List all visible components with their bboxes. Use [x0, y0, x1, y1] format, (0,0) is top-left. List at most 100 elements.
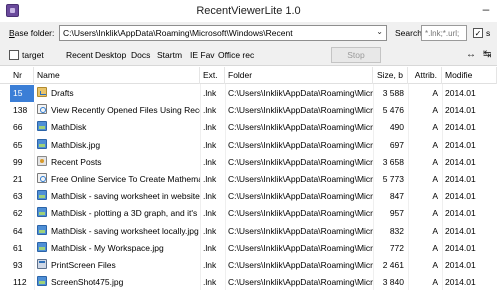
cell-size[interactable]: 2 461	[373, 257, 408, 274]
cell-nr[interactable]: 93	[10, 257, 34, 274]
cell-modified[interactable]: 2014.01	[442, 137, 497, 154]
cell-size[interactable]: 5 773	[373, 171, 408, 188]
cell-name[interactable]: PrintScreen Files	[34, 257, 200, 274]
cell-attrib[interactable]: A	[408, 205, 442, 222]
cell-name[interactable]: ScreenShot475.jpg	[34, 274, 200, 290]
cell-ext[interactable]: .lnk	[200, 205, 225, 222]
quick-link-startm[interactable]: Startm	[157, 50, 182, 60]
cell-folder[interactable]: C:\Users\Inklik\AppData\Roaming\Micro...	[225, 171, 373, 188]
column-header-modified[interactable]: Modifie	[442, 67, 497, 84]
cell-size[interactable]: 847	[373, 188, 408, 205]
column-header-attrib[interactable]: Attrib.	[408, 67, 442, 84]
cell-modified[interactable]: 2014.01	[442, 274, 497, 290]
column-header-nr[interactable]: Nr	[10, 67, 34, 84]
cell-ext[interactable]: .lnk	[200, 119, 225, 136]
table-row[interactable]: 62 MathDisk - plotting a 3D graph, and it…	[0, 205, 497, 222]
cell-nr[interactable]: 63	[10, 188, 34, 205]
chevron-down-icon[interactable]: ⌄	[376, 27, 383, 36]
cell-name[interactable]: Recent Posts	[34, 154, 200, 171]
cell-attrib[interactable]: A	[408, 171, 442, 188]
cell-ext[interactable]: .lnk	[200, 154, 225, 171]
cell-folder[interactable]: C:\Users\Inklik\AppData\Roaming\Micro...	[225, 274, 373, 290]
cell-modified[interactable]: 2014.01	[442, 154, 497, 171]
table-row[interactable]: 15 Drafts .lnk C:\Users\Inklik\AppData\Roam…	[0, 85, 497, 102]
cell-attrib[interactable]: A	[408, 188, 442, 205]
cell-name[interactable]: MathDisk - plotting a 3D graph, and it's…	[34, 205, 200, 222]
cell-folder[interactable]: C:\Users\Inklik\AppData\Roaming\Micro...	[225, 102, 373, 119]
cell-folder[interactable]: C:\Users\Inklik\AppData\Roaming\Micro...	[225, 223, 373, 240]
cell-nr[interactable]: 15	[10, 85, 34, 102]
target-checkbox[interactable]	[9, 50, 19, 60]
search-input[interactable]	[422, 26, 466, 40]
table-row[interactable]: 66 MathDisk .lnk C:\Users\Inklik\AppData\Ro…	[0, 119, 497, 136]
option-checkbox[interactable]: ✓	[473, 28, 483, 38]
table-row[interactable]: 93 PrintScreen Files .lnk C:\Users\Inklik\A…	[0, 257, 497, 274]
quick-link-ie-fav[interactable]: IE Fav	[190, 50, 215, 60]
cell-modified[interactable]: 2014.01	[442, 102, 497, 119]
cell-ext[interactable]: .lnk	[200, 102, 225, 119]
cell-attrib[interactable]: A	[408, 119, 442, 136]
cell-folder[interactable]: C:\Users\Inklik\AppData\Roaming\Micro...	[225, 188, 373, 205]
cell-attrib[interactable]: A	[408, 274, 442, 290]
cell-modified[interactable]: 2014.01	[442, 119, 497, 136]
cell-modified[interactable]: 2014.01	[442, 223, 497, 240]
column-header-size[interactable]: Size, b	[373, 67, 408, 84]
cell-folder[interactable]: C:\Users\Inklik\AppData\Roaming\Micro...	[225, 85, 373, 102]
column-header-folder[interactable]: Folder	[225, 67, 373, 84]
cell-name[interactable]: MathDisk.jpg	[34, 137, 200, 154]
table-row[interactable]: 63 MathDisk - saving worksheet in website…	[0, 188, 497, 205]
quick-link-office-rec[interactable]: Office rec	[218, 50, 254, 60]
cell-attrib[interactable]: A	[408, 137, 442, 154]
cell-size[interactable]: 3 658	[373, 154, 408, 171]
cell-nr[interactable]: 138	[10, 102, 34, 119]
cell-folder[interactable]: C:\Users\Inklik\AppData\Roaming\Micro...	[225, 137, 373, 154]
cell-attrib[interactable]: A	[408, 240, 442, 257]
cell-size[interactable]: 832	[373, 223, 408, 240]
table-row[interactable]: 138 View Recently Opened Files Using Rece…	[0, 102, 497, 119]
cell-size[interactable]: 772	[373, 240, 408, 257]
table-row[interactable]: 112 ScreenShot475.jpg .lnk C:\Users\Inklik\…	[0, 274, 497, 290]
cell-ext[interactable]: .lnk	[200, 257, 225, 274]
base-folder-combobox[interactable]: C:\Users\Inklik\AppData\Roaming\Microsof…	[59, 25, 387, 41]
cell-modified[interactable]: 2014.01	[442, 257, 497, 274]
cell-modified[interactable]: 2014.01	[442, 171, 497, 188]
cell-modified[interactable]: 2014.01	[442, 85, 497, 102]
cell-name[interactable]: MathDisk	[34, 119, 200, 136]
cell-nr[interactable]: 61	[10, 240, 34, 257]
cell-attrib[interactable]: A	[408, 223, 442, 240]
cell-modified[interactable]: 2014.01	[442, 205, 497, 222]
cell-folder[interactable]: C:\Users\Inklik\AppData\Roaming\Micro...	[225, 205, 373, 222]
cell-size[interactable]: 957	[373, 205, 408, 222]
cell-nr[interactable]: 99	[10, 154, 34, 171]
table-row[interactable]: 65 MathDisk.jpg .lnk C:\Users\Inklik\AppDat…	[0, 137, 497, 154]
cell-nr[interactable]: 64	[10, 223, 34, 240]
cell-folder[interactable]: C:\Users\Inklik\AppData\Roaming\Micro...	[225, 240, 373, 257]
cell-size[interactable]: 3 588	[373, 85, 408, 102]
column-header-ext[interactable]: Ext.	[200, 67, 225, 84]
cell-ext[interactable]: .lnk	[200, 240, 225, 257]
cell-ext[interactable]: .lnk	[200, 223, 225, 240]
stop-button[interactable]: Stop	[331, 47, 381, 63]
cell-attrib[interactable]: A	[408, 154, 442, 171]
table-row[interactable]: 61 MathDisk - My Workspace.jpg .lnk C:\User…	[0, 240, 497, 257]
cell-ext[interactable]: .lnk	[200, 171, 225, 188]
cell-ext[interactable]: .lnk	[200, 85, 225, 102]
cell-name[interactable]: MathDisk - My Workspace.jpg	[34, 240, 200, 257]
quick-link-recent[interactable]: Recent	[66, 50, 93, 60]
cell-ext[interactable]: .lnk	[200, 188, 225, 205]
cell-folder[interactable]: C:\Users\Inklik\AppData\Roaming\Micro...	[225, 257, 373, 274]
quick-link-desktop[interactable]: Desktop	[95, 50, 126, 60]
cell-name[interactable]: Free Online Service To Create Mathemat..…	[34, 171, 200, 188]
cell-folder[interactable]: C:\Users\Inklik\AppData\Roaming\Micro...	[225, 119, 373, 136]
cell-nr[interactable]: 66	[10, 119, 34, 136]
cell-nr[interactable]: 21	[10, 171, 34, 188]
cell-size[interactable]: 490	[373, 119, 408, 136]
cell-attrib[interactable]: A	[408, 257, 442, 274]
cell-nr[interactable]: 65	[10, 137, 34, 154]
table-row[interactable]: 21 Free Online Service To Create Mathemat…	[0, 171, 497, 188]
cell-name[interactable]: MathDisk - saving worksheet in website..…	[34, 188, 200, 205]
resize-split-icon[interactable]: ↹	[483, 49, 491, 60]
cell-ext[interactable]: .lnk	[200, 274, 225, 290]
cell-size[interactable]: 3 840	[373, 274, 408, 290]
cell-name[interactable]: Drafts	[34, 85, 200, 102]
